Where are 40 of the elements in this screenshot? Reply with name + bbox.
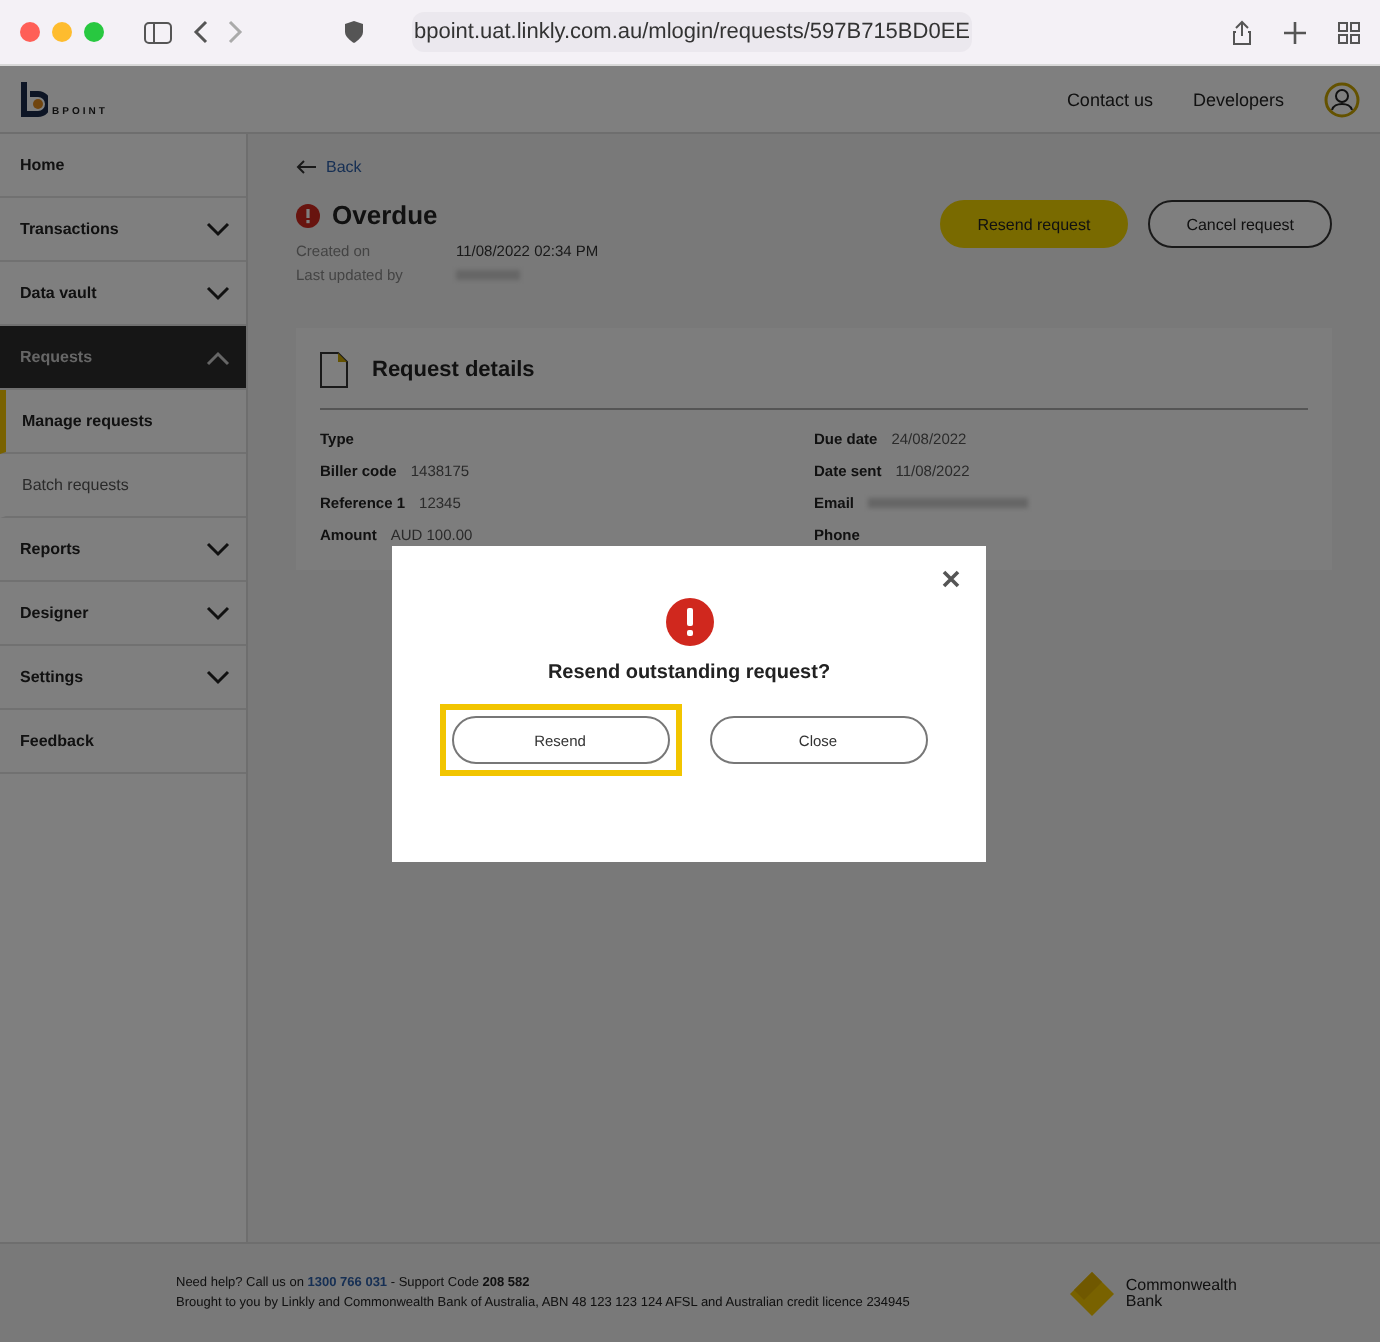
- share-icon[interactable]: [1232, 19, 1252, 45]
- user-avatar-icon[interactable]: [1324, 81, 1360, 117]
- address-bar[interactable]: bpoint.uat.linkly.com.au/mlogin/requests/597B715BD0EE: [412, 12, 972, 52]
- chevron-down-icon: [206, 669, 230, 685]
- logo-icon: [20, 81, 48, 117]
- resend-request-button[interactable]: Resend request: [939, 200, 1129, 248]
- close-icon[interactable]: [942, 570, 960, 588]
- sidebar-item[interactable]: Settings: [0, 646, 246, 710]
- header-link[interactable]: Developers: [1192, 89, 1284, 109]
- chevron-up-icon: [206, 349, 230, 365]
- plus-icon[interactable]: [1284, 21, 1306, 43]
- sidebar-item[interactable]: Home: [0, 134, 246, 198]
- back-link[interactable]: Back: [296, 158, 1332, 176]
- shield-icon[interactable]: [344, 20, 364, 44]
- tab-grid-icon[interactable]: [1338, 21, 1360, 43]
- sidebar-subitem[interactable]: Manage requests: [0, 390, 246, 454]
- sidebar-item[interactable]: Designer: [0, 582, 246, 646]
- chevron-down-icon: [206, 285, 230, 301]
- dialog-title: Resend outstanding request?: [547, 662, 831, 684]
- sidebar-subitem[interactable]: Batch requests: [0, 454, 246, 518]
- sidebar-item[interactable]: Requests: [0, 326, 246, 390]
- chevron-down-icon: [206, 221, 230, 237]
- close-window-icon[interactable]: [20, 22, 40, 42]
- alert-icon: [296, 203, 320, 227]
- card-title: Request details: [372, 358, 535, 382]
- status-title: Overdue: [332, 200, 438, 230]
- alert-icon: [665, 598, 713, 646]
- bank-logo-icon: [1069, 1271, 1114, 1315]
- sidebar-item[interactable]: Transactions: [0, 198, 246, 262]
- back-icon[interactable]: [192, 20, 208, 44]
- chevron-down-icon: [206, 541, 230, 557]
- sidebar-icon[interactable]: [144, 21, 172, 43]
- arrow-left-icon: [296, 160, 316, 174]
- sidebar-item[interactable]: Reports: [0, 518, 246, 582]
- sidebar-item[interactable]: Feedback: [0, 710, 246, 774]
- header-link[interactable]: Contact us: [1066, 89, 1153, 109]
- cancel-request-button[interactable]: Cancel request: [1148, 200, 1332, 248]
- chevron-down-icon: [206, 605, 230, 621]
- bank-name: Commonwealth Bank: [1125, 1277, 1237, 1309]
- document-icon: [320, 352, 348, 388]
